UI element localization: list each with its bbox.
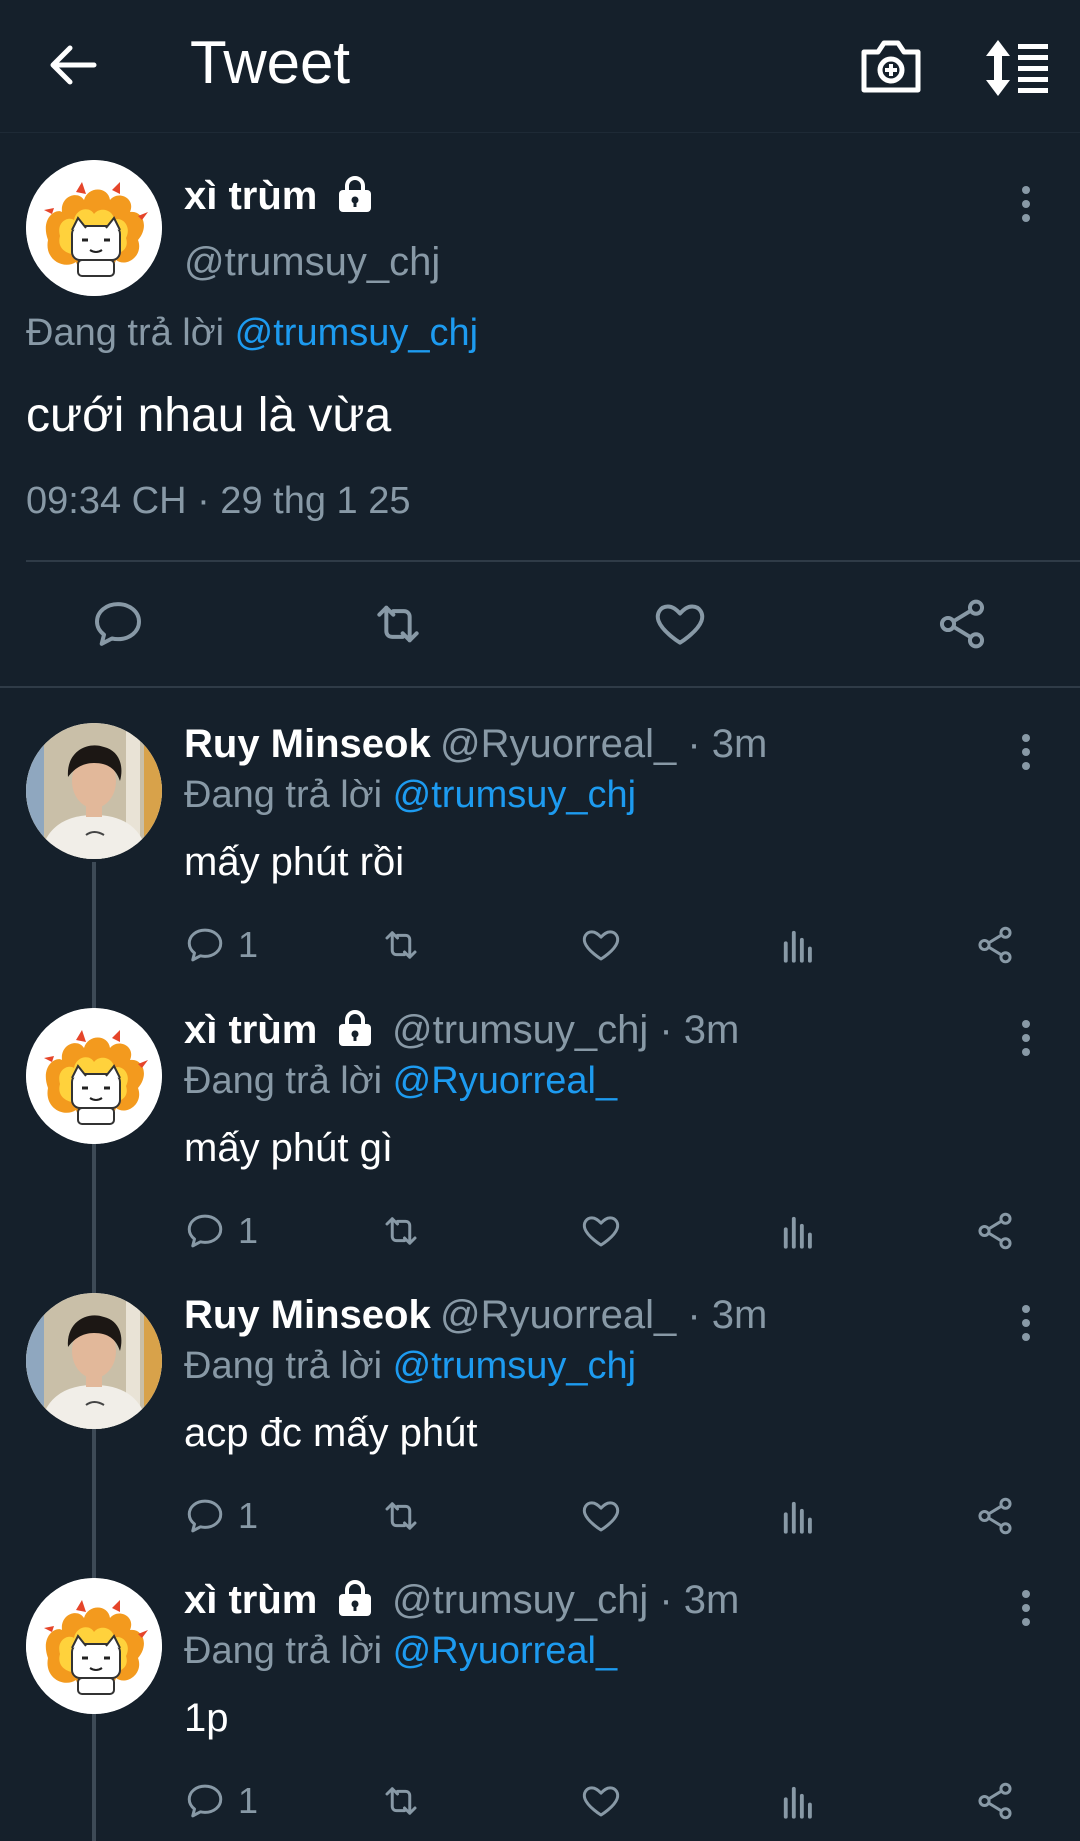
author-name-text: xì trùm [184, 174, 318, 218]
top-bar: Tweet [0, 0, 1080, 133]
tweet-timestamp: 09:34 CH · 29 thg 1 25 [26, 480, 411, 522]
share-icon[interactable] [974, 1780, 1016, 1822]
author-handle[interactable]: @trumsuy_chj [184, 240, 440, 285]
retweet-icon[interactable] [380, 924, 422, 966]
share-icon[interactable] [934, 596, 990, 652]
replying-to-label: Đang trả lời [184, 1060, 383, 1102]
reply-count: 1 [238, 1780, 259, 1821]
reply-text: mấy phút gì [184, 1126, 394, 1170]
lock-icon [335, 175, 375, 213]
more-icon[interactable] [1016, 1018, 1036, 1058]
reply-count: 1 [238, 924, 259, 965]
mention-link[interactable]: @Ryuorreal_ [393, 1630, 617, 1672]
like-icon[interactable] [580, 1780, 622, 1822]
more-icon[interactable] [1016, 732, 1036, 772]
back-arrow-icon[interactable] [44, 40, 104, 90]
author-name[interactable]: Ruy Minseok [184, 722, 431, 767]
more-icon[interactable] [1016, 184, 1036, 224]
mention-link[interactable]: @trumsuy_chj [393, 774, 636, 816]
like-icon[interactable] [652, 596, 708, 652]
avatar[interactable] [26, 160, 162, 296]
replying-to: Đang trả lời @Ryuorreal_ [184, 1630, 617, 1673]
replying-to: Đang trả lời @trumsuy_chj [184, 774, 636, 817]
reply-text: acp đc mấy phút [184, 1411, 478, 1455]
avatar[interactable] [26, 723, 162, 859]
like-icon[interactable] [580, 1495, 622, 1537]
reply-tweet[interactable]: xì trùm @trumsuy_chj · 3m Đang trả lời @… [0, 1008, 1080, 1294]
lock-icon [335, 1579, 375, 1617]
replying-to: Đang trả lời @Ryuorreal_ [184, 1060, 617, 1103]
author-name[interactable]: Ruy Minseok [184, 1293, 431, 1338]
page-title: Tweet [190, 29, 351, 96]
author-handle[interactable]: @Ryuorreal_ · 3m [440, 1293, 767, 1338]
author-handle[interactable]: @trumsuy_chj · 3m [392, 1578, 739, 1623]
reply-tweet[interactable]: Ruy Minseok @Ryuorreal_ · 3m Đang trả lờ… [0, 1293, 1080, 1579]
author-name-text: xì trùm [184, 1008, 318, 1052]
reply-icon[interactable] [184, 924, 226, 966]
mention-link[interactable]: @Ryuorreal_ [393, 1060, 617, 1102]
like-icon[interactable] [580, 1210, 622, 1252]
share-icon[interactable] [974, 1495, 1016, 1537]
more-icon[interactable] [1016, 1588, 1036, 1628]
author-name[interactable]: xì trùm [184, 1008, 375, 1053]
replying-to-label: Đang trả lời [184, 1630, 383, 1672]
tweet-text: cưới nhau là vừa [26, 389, 392, 442]
section-divider [0, 686, 1080, 688]
analytics-icon[interactable] [777, 1780, 819, 1822]
share-icon[interactable] [974, 924, 1016, 966]
sort-icon[interactable] [984, 38, 1050, 98]
replying-to: Đang trả lời @trumsuy_chj [184, 1345, 636, 1388]
camera-plus-icon[interactable] [858, 36, 924, 96]
like-icon[interactable] [580, 924, 622, 966]
analytics-icon[interactable] [777, 1495, 819, 1537]
replying-to-label: Đang trả lời [184, 1345, 383, 1387]
retweet-icon[interactable] [380, 1780, 422, 1822]
reply-tweet[interactable]: xì trùm @trumsuy_chj · 3m Đang trả lời @… [0, 1578, 1080, 1841]
reply-icon[interactable] [90, 596, 146, 652]
author-name[interactable]: xì trùm [184, 174, 375, 219]
lock-icon [335, 1009, 375, 1047]
share-icon[interactable] [974, 1210, 1016, 1252]
mention-link[interactable]: @trumsuy_chj [235, 312, 478, 354]
reply-tweet[interactable]: Ruy Minseok @Ryuorreal_ · 3m Đang trả lờ… [0, 722, 1080, 1008]
reply-text: mấy phút rồi [184, 840, 405, 884]
reply-icon[interactable] [184, 1210, 226, 1252]
mention-link[interactable]: @trumsuy_chj [393, 1345, 636, 1387]
author-name-text: xì trùm [184, 1578, 318, 1622]
author-handle[interactable]: @trumsuy_chj · 3m [392, 1008, 739, 1053]
avatar[interactable] [26, 1293, 162, 1429]
retweet-icon[interactable] [370, 596, 426, 652]
avatar[interactable] [26, 1578, 162, 1714]
avatar[interactable] [26, 1008, 162, 1144]
reply-count: 1 [238, 1210, 259, 1251]
retweet-icon[interactable] [380, 1210, 422, 1252]
reply-icon[interactable] [184, 1780, 226, 1822]
replying-to: Đang trả lời @trumsuy_chj [26, 312, 478, 355]
reply-count: 1 [238, 1495, 259, 1536]
retweet-icon[interactable] [380, 1495, 422, 1537]
main-tweet: xì trùm @trumsuy_chj Đang trả lời @trums… [0, 140, 1080, 688]
more-icon[interactable] [1016, 1303, 1036, 1343]
analytics-icon[interactable] [777, 1210, 819, 1252]
author-handle[interactable]: @Ryuorreal_ · 3m [440, 722, 767, 767]
reply-icon[interactable] [184, 1495, 226, 1537]
replying-to-label: Đang trả lời [26, 312, 225, 354]
analytics-icon[interactable] [777, 924, 819, 966]
author-name[interactable]: xì trùm [184, 1578, 375, 1623]
divider [26, 560, 1080, 562]
replying-to-label: Đang trả lời [184, 774, 383, 816]
reply-text: 1p [184, 1696, 229, 1740]
